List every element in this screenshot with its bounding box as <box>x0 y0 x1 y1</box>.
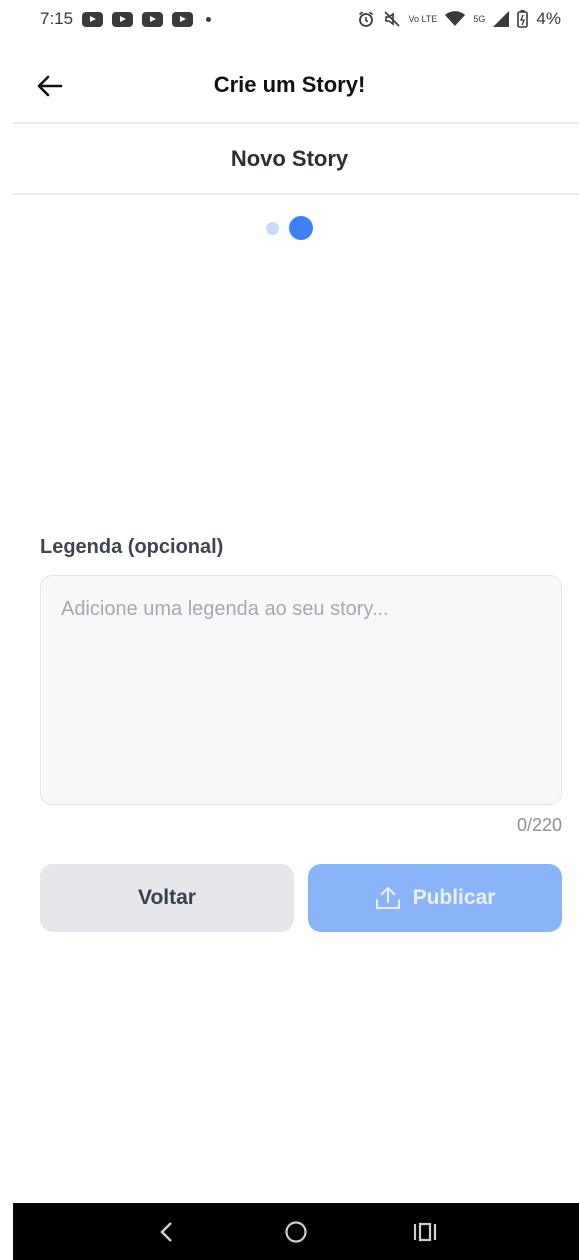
step-indicator <box>0 216 579 240</box>
character-counter: 0/220 <box>516 815 562 835</box>
alarm-icon <box>358 11 373 27</box>
page-title: Crie um Story! <box>213 72 366 97</box>
step-dot-inactive <box>266 221 279 235</box>
wifi-icon <box>445 11 466 26</box>
section-title: Novo Story <box>230 146 349 171</box>
upload-icon <box>375 887 400 909</box>
youtube-notification-icon <box>142 11 164 27</box>
battery-icon <box>517 10 529 28</box>
network-type: 5G <box>473 13 486 24</box>
nav-recents-button[interactable] <box>405 1212 445 1252</box>
mute-icon <box>383 11 400 27</box>
caption-input[interactable] <box>40 575 562 805</box>
back-step-label: Voltar <box>138 886 196 909</box>
app-header: Crie um Story! <box>0 50 579 122</box>
publish-button[interactable]: Publicar <box>308 864 562 932</box>
youtube-notification-icon <box>112 11 134 27</box>
battery-percent: 4% <box>536 9 561 28</box>
home-circle-icon <box>285 1220 307 1243</box>
header-divider <box>13 122 579 124</box>
caption-label: Legenda (opcional) <box>40 536 224 558</box>
youtube-notification-icon <box>172 11 194 27</box>
status-time: 7:15 <box>40 9 74 28</box>
status-left: 7:15 <box>40 9 212 29</box>
nav-home-button[interactable] <box>276 1212 316 1252</box>
signal-icon <box>493 11 510 27</box>
status-right: Vo LTE 5G 4% <box>357 9 561 29</box>
volte-indicator: Vo LTE <box>408 13 438 24</box>
youtube-notification-icon <box>82 11 104 27</box>
status-bar: 7:15 Vo LTE 5G 4% <box>0 0 579 38</box>
publish-label: Publicar <box>412 886 496 909</box>
nav-back-button[interactable] <box>147 1212 187 1252</box>
more-notifications-icon <box>206 16 212 22</box>
section-divider <box>13 193 579 195</box>
system-nav-bar <box>13 1203 579 1260</box>
step-dot-active <box>289 216 313 240</box>
recents-icon <box>413 1222 436 1241</box>
chevron-left-icon <box>160 1221 173 1242</box>
back-step-button[interactable]: Voltar <box>40 864 294 932</box>
